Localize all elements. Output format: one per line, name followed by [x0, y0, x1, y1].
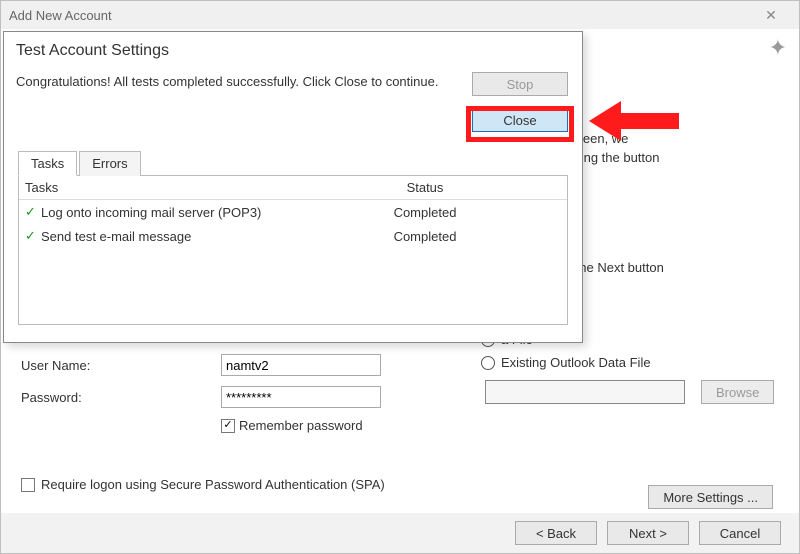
password-input[interactable]	[221, 386, 381, 408]
task-label: Log onto incoming mail server (POP3)	[41, 205, 365, 220]
radio-existing-file[interactable]	[481, 356, 495, 370]
back-button[interactable]: < Back	[515, 521, 597, 545]
radio-existing-file-row[interactable]: Existing Outlook Data File	[481, 355, 781, 370]
check-icon: ✓	[25, 204, 41, 220]
spa-label: Require logon using Secure Password Auth…	[41, 477, 385, 492]
next-button[interactable]: Next >	[607, 521, 689, 545]
task-row: ✓ Log onto incoming mail server (POP3) C…	[19, 200, 567, 224]
bottom-bar: < Back Next > Cancel	[1, 513, 799, 553]
col-tasks: Tasks	[25, 180, 365, 195]
remember-password-label: Remember password	[239, 418, 363, 433]
test-account-dialog: Test Account Settings Congratulations! A…	[3, 31, 583, 343]
cursor-icon: ✦	[769, 35, 787, 61]
spa-row[interactable]: Require logon using Secure Password Auth…	[21, 477, 385, 492]
col-status: Status	[365, 180, 485, 195]
tab-errors[interactable]: Errors	[79, 151, 140, 176]
remember-password-row[interactable]: Remember password	[221, 418, 451, 433]
browse-button[interactable]: Browse	[701, 380, 774, 404]
task-row: ✓ Send test e-mail message Completed	[19, 224, 567, 248]
tasks-tab-body: Tasks Status ✓ Log onto incoming mail se…	[18, 175, 568, 325]
add-account-window: Add New Account ✕ ✦ mation on this scree…	[0, 0, 800, 554]
check-icon: ✓	[25, 228, 41, 244]
title-bar: Add New Account ✕	[1, 1, 799, 29]
username-input[interactable]	[221, 354, 381, 376]
spa-checkbox[interactable]	[21, 478, 35, 492]
task-status: Completed	[365, 205, 485, 220]
dialog-title: Test Account Settings	[4, 32, 582, 64]
more-settings-button[interactable]: More Settings ...	[648, 485, 773, 509]
task-status: Completed	[365, 229, 485, 244]
task-table-header: Tasks Status	[19, 176, 567, 200]
tabs-region: Tasks Errors Tasks Status ✓ Log onto inc…	[18, 150, 568, 325]
window-body: ✦ mation on this screen, we r account by…	[1, 29, 799, 513]
task-label: Send test e-mail message	[41, 229, 365, 244]
password-label: Password:	[21, 390, 221, 405]
stop-button: Stop	[472, 72, 568, 96]
tab-tasks[interactable]: Tasks	[18, 151, 77, 176]
radio-existing-file-label: Existing Outlook Data File	[501, 355, 651, 370]
username-label: User Name:	[21, 358, 221, 373]
remember-password-checkbox[interactable]	[221, 419, 235, 433]
data-file-path-input[interactable]	[485, 380, 685, 404]
window-title: Add New Account	[9, 8, 751, 23]
cancel-button[interactable]: Cancel	[699, 521, 781, 545]
close-button[interactable]: Close	[472, 108, 568, 132]
window-close-button[interactable]: ✕	[751, 5, 791, 25]
